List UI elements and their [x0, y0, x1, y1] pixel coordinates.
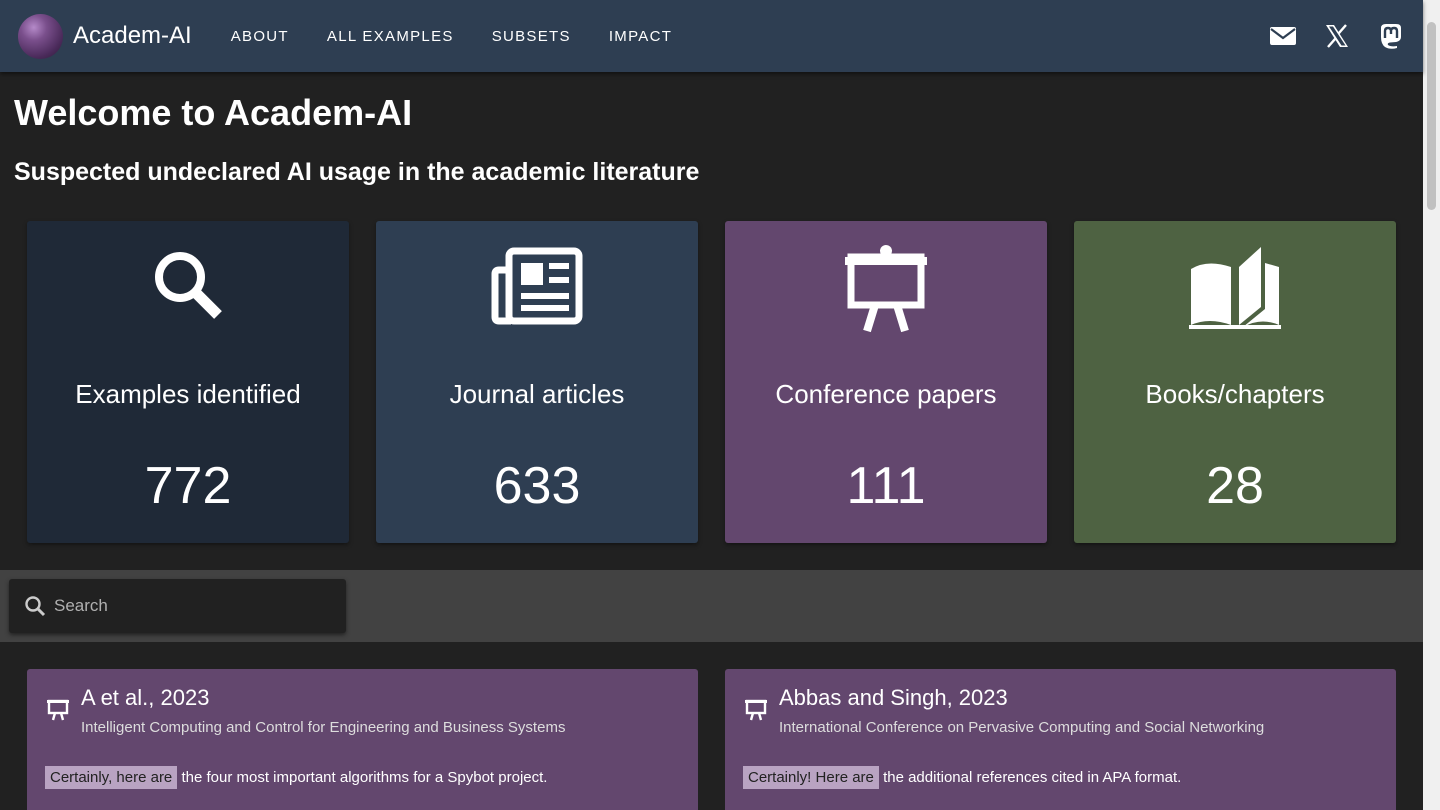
stat-count: 111 — [846, 457, 926, 515]
nav-link-subsets[interactable]: SUBSETS — [473, 28, 590, 45]
snippet-text: the four most important algorithms for a… — [181, 769, 548, 786]
snippet-text: the additional references cited in APA f… — [883, 769, 1182, 786]
result-venue: International Conference on Pervasive Co… — [779, 719, 1265, 736]
book-icon — [1074, 245, 1396, 335]
scrollbar-thumb[interactable] — [1427, 22, 1436, 210]
presentation-icon — [744, 697, 768, 726]
stat-card-examples[interactable]: Examples identified 772 — [27, 221, 349, 543]
stat-card-conference-papers[interactable]: Conference papers 111 — [725, 221, 1047, 543]
stat-label: Journal articles — [449, 379, 625, 409]
nav-link-about[interactable]: ABOUT — [212, 28, 308, 45]
stat-label: Conference papers — [775, 379, 997, 409]
brand-name[interactable]: Academ-AI — [73, 22, 192, 50]
search-toolbar — [0, 570, 1423, 642]
search-icon — [27, 245, 349, 335]
social-links — [1269, 22, 1405, 50]
result-card[interactable]: Abbas and Singh, 2023 International Conf… — [725, 669, 1396, 810]
nav-links: ABOUT ALL EXAMPLES SUBSETS IMPACT — [212, 28, 691, 45]
result-title[interactable]: A et al., 2023 — [81, 685, 209, 711]
stat-label: Examples identified — [75, 379, 301, 409]
newspaper-icon — [376, 245, 698, 335]
search-icon — [25, 596, 46, 617]
highlighted-phrase: Certainly! Here are — [743, 766, 879, 789]
top-navbar: Academ-AI ABOUT ALL EXAMPLES SUBSETS IMP… — [0, 0, 1423, 72]
stat-count: 28 — [1206, 457, 1264, 515]
search-input[interactable] — [54, 596, 314, 616]
x-icon[interactable] — [1323, 22, 1351, 50]
nav-link-all-examples[interactable]: ALL EXAMPLES — [308, 28, 473, 45]
stat-card-books-chapters[interactable]: Books/chapters 28 — [1074, 221, 1396, 543]
result-snippet: Certainly, here are the four most import… — [45, 766, 548, 789]
mail-icon[interactable] — [1269, 22, 1297, 50]
presentation-icon — [46, 697, 70, 726]
presentation-icon — [725, 245, 1047, 335]
stat-label: Books/chapters — [1145, 379, 1325, 409]
result-venue: Intelligent Computing and Control for En… — [81, 719, 566, 736]
result-title[interactable]: Abbas and Singh, 2023 — [779, 685, 1008, 711]
logo-icon — [18, 13, 63, 59]
stat-count: 633 — [493, 457, 581, 515]
search-box[interactable] — [9, 579, 346, 633]
page-subtitle: Suspected undeclared AI usage in the aca… — [14, 158, 700, 186]
mastodon-icon[interactable] — [1377, 22, 1405, 50]
page-title: Welcome to Academ-AI — [14, 92, 413, 133]
stat-count: 772 — [144, 457, 232, 515]
result-card[interactable]: A et al., 2023 Intelligent Computing and… — [27, 669, 698, 810]
brand[interactable]: Academ-AI — [18, 13, 192, 59]
stat-card-journal-articles[interactable]: Journal articles 633 — [376, 221, 698, 543]
nav-link-impact[interactable]: IMPACT — [590, 28, 691, 45]
scrollbar[interactable] — [1423, 0, 1440, 810]
highlighted-phrase: Certainly, here are — [45, 766, 178, 789]
result-snippet: Certainly! Here are the additional refer… — [743, 766, 1182, 789]
